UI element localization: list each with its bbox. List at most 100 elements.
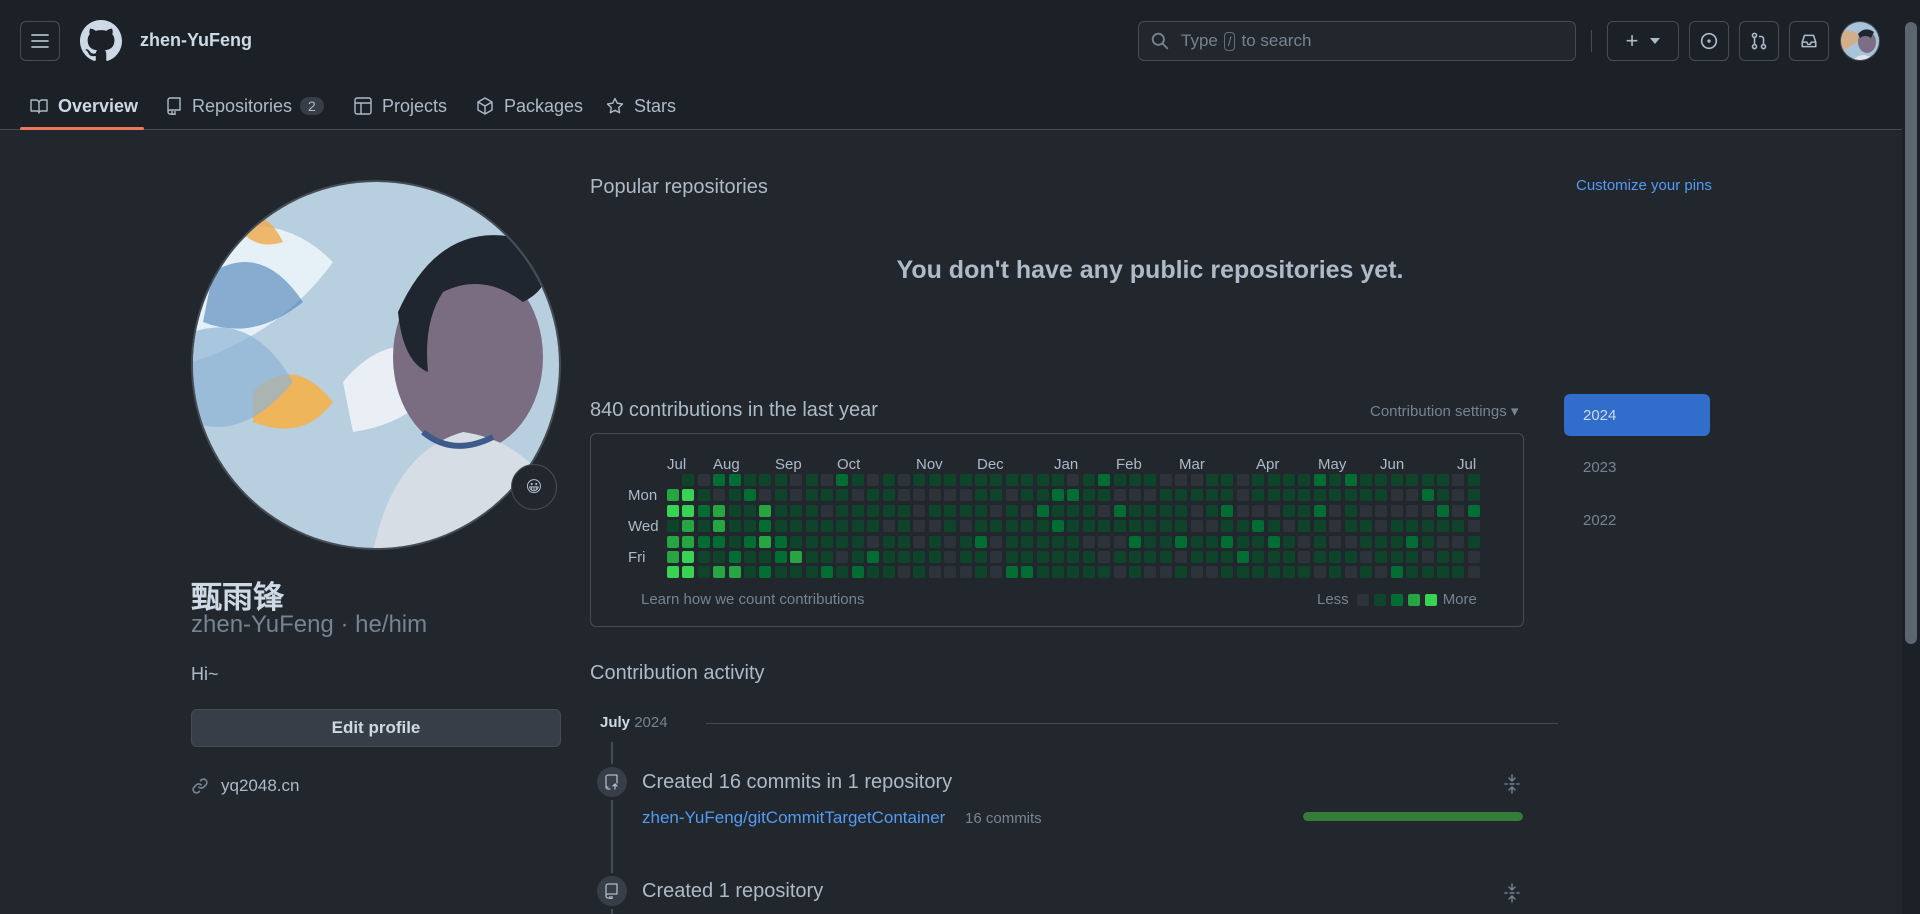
inbox-button[interactable] — [1789, 21, 1829, 61]
contribution-cell[interactable] — [1298, 566, 1311, 579]
contribution-cell[interactable] — [1082, 504, 1095, 517]
contribution-cell[interactable] — [1313, 474, 1326, 486]
contribution-cell[interactable] — [1406, 474, 1419, 486]
tab-repositories[interactable]: Repositories 2 — [166, 82, 324, 130]
contribution-cell[interactable] — [1283, 566, 1295, 579]
contribution-cell[interactable] — [728, 520, 741, 533]
contribution-cell[interactable] — [1098, 504, 1111, 517]
contribution-cell[interactable] — [1175, 520, 1188, 533]
contribution-cell[interactable] — [1206, 566, 1218, 579]
contribution-cell[interactable] — [836, 504, 849, 517]
contribution-cell[interactable] — [944, 520, 957, 533]
contribution-cell[interactable] — [1390, 535, 1403, 548]
contribution-cell[interactable] — [728, 535, 741, 548]
contribution-cell[interactable] — [1267, 489, 1280, 502]
contribution-cell[interactable] — [1236, 551, 1249, 563]
pull-requests-button[interactable] — [1739, 21, 1779, 61]
contribution-cell[interactable] — [682, 566, 695, 579]
contribution-cell[interactable] — [1437, 474, 1449, 486]
contribution-cell[interactable] — [821, 489, 833, 502]
contribution-cell[interactable] — [1267, 504, 1280, 517]
contribution-cell[interactable] — [1098, 489, 1111, 502]
contribution-cell[interactable] — [928, 551, 941, 563]
contribution-cell[interactable] — [1129, 566, 1141, 579]
contribution-cell[interactable] — [728, 474, 741, 486]
contribution-cell[interactable] — [1206, 520, 1218, 533]
contribution-cell[interactable] — [1329, 551, 1342, 563]
contribution-cell[interactable] — [805, 535, 818, 548]
contribution-cell[interactable] — [851, 520, 864, 533]
contribution-cell[interactable] — [713, 504, 726, 517]
contribution-cell[interactable] — [1082, 520, 1095, 533]
contribution-cell[interactable] — [1406, 504, 1419, 517]
contribution-cell[interactable] — [867, 566, 880, 579]
contribution-cell[interactable] — [944, 551, 957, 563]
contribution-cell[interactable] — [1036, 566, 1049, 579]
contribution-cell[interactable] — [851, 474, 864, 486]
contribution-cell[interactable] — [851, 535, 864, 548]
contribution-cell[interactable] — [1375, 551, 1388, 563]
issues-button[interactable] — [1689, 21, 1729, 61]
contribution-cell[interactable] — [1298, 551, 1311, 563]
contribution-cell[interactable] — [744, 489, 756, 502]
tab-projects[interactable]: Projects — [354, 82, 447, 130]
contribution-cell[interactable] — [1175, 474, 1188, 486]
contribution-cell[interactable] — [774, 551, 787, 563]
contribution-cell[interactable] — [1175, 504, 1188, 517]
contribution-cell[interactable] — [682, 520, 695, 533]
contribution-cell[interactable] — [1313, 520, 1326, 533]
contribution-cell[interactable] — [1190, 474, 1203, 486]
contribution-cell[interactable] — [1021, 520, 1034, 533]
contribution-cell[interactable] — [851, 504, 864, 517]
contribution-cell[interactable] — [913, 504, 926, 517]
contribution-cell[interactable] — [1206, 504, 1218, 517]
contribution-cell[interactable] — [959, 474, 972, 486]
contribution-cell[interactable] — [975, 504, 987, 517]
contribution-cell[interactable] — [1082, 566, 1095, 579]
contribution-cell[interactable] — [1236, 489, 1249, 502]
contribution-cell[interactable] — [1452, 566, 1465, 579]
contribution-cell[interactable] — [851, 489, 864, 502]
contribution-cell[interactable] — [1437, 551, 1449, 563]
contribution-cell[interactable] — [959, 551, 972, 563]
contribution-cell[interactable] — [682, 551, 695, 563]
search-input[interactable]: Type / to search — [1138, 21, 1576, 61]
contribution-cell[interactable] — [1021, 489, 1034, 502]
contribution-cell[interactable] — [1052, 520, 1064, 533]
contribution-cell[interactable] — [774, 489, 787, 502]
contribution-cell[interactable] — [759, 520, 772, 533]
contribution-cell[interactable] — [1021, 566, 1034, 579]
profile-website[interactable]: yq2048.cn — [191, 776, 299, 796]
contribution-cell[interactable] — [1005, 489, 1018, 502]
contribution-cell[interactable] — [1082, 489, 1095, 502]
year-2024[interactable]: 2024 — [1564, 394, 1710, 436]
contribution-cell[interactable] — [1052, 504, 1064, 517]
set-status-button[interactable]: 😀 — [511, 464, 557, 510]
contribution-cell[interactable] — [697, 520, 710, 533]
contribution-cell[interactable] — [1206, 474, 1218, 486]
contribution-cell[interactable] — [713, 551, 726, 563]
contribution-cell[interactable] — [1036, 551, 1049, 563]
contribution-cell[interactable] — [1452, 504, 1465, 517]
contribution-cell[interactable] — [1190, 520, 1203, 533]
contribution-cell[interactable] — [1329, 566, 1342, 579]
contribution-cell[interactable] — [990, 474, 1003, 486]
contribution-cell[interactable] — [790, 551, 803, 563]
contribution-cell[interactable] — [1144, 489, 1157, 502]
contribution-cell[interactable] — [1098, 535, 1111, 548]
contribution-cell[interactable] — [1283, 520, 1295, 533]
contribution-cell[interactable] — [1067, 535, 1080, 548]
contribution-cell[interactable] — [928, 535, 941, 548]
contribution-cell[interactable] — [990, 535, 1003, 548]
contribution-cell[interactable] — [1390, 504, 1403, 517]
contribution-cell[interactable] — [1390, 551, 1403, 563]
contribution-cell[interactable] — [975, 551, 987, 563]
contribution-cell[interactable] — [790, 489, 803, 502]
contribution-cell[interactable] — [1098, 520, 1111, 533]
tab-stars[interactable]: Stars — [606, 82, 676, 130]
contribution-cell[interactable] — [990, 504, 1003, 517]
contribution-cell[interactable] — [1005, 535, 1018, 548]
contribution-cell[interactable] — [867, 474, 880, 486]
contribution-cell[interactable] — [744, 520, 756, 533]
contribution-cell[interactable] — [1175, 551, 1188, 563]
